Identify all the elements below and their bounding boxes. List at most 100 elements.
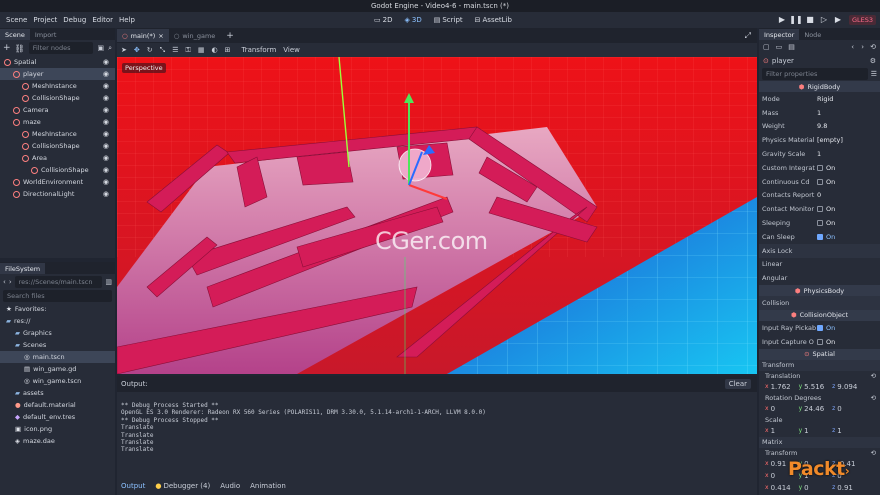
- tab-output[interactable]: Output: [121, 482, 145, 490]
- workspace-script-button[interactable]: ▤ Script: [434, 12, 463, 28]
- 3d-viewport[interactable]: Perspective CGer.com: [117, 57, 757, 374]
- property-value[interactable]: 1: [817, 150, 821, 158]
- visibility-eye-icon[interactable]: ◉: [103, 94, 109, 102]
- filter-nodes-input[interactable]: Filter nodes: [28, 42, 94, 54]
- scene-node[interactable]: maze ◉: [0, 116, 115, 128]
- file-item[interactable]: ▰ assets: [0, 387, 115, 399]
- file-item[interactable]: ★ Favorites:: [0, 303, 115, 315]
- matrix-zz-field[interactable]: 0.91: [837, 484, 861, 492]
- collision-group[interactable]: Collision: [759, 296, 880, 310]
- lock-icon[interactable]: ⚿: [186, 46, 191, 55]
- visibility-eye-icon[interactable]: ◉: [103, 154, 109, 162]
- scene-node[interactable]: Area ◉: [0, 152, 115, 164]
- file-item[interactable]: ◆ default_env.tres: [0, 411, 115, 423]
- snap-icon[interactable]: ⊞: [225, 46, 231, 54]
- transform-group[interactable]: Transform: [759, 359, 880, 371]
- workspace-3d-button[interactable]: ◈ 3D: [404, 12, 421, 28]
- scene-node[interactable]: DirectionalLight ◉: [0, 188, 115, 200]
- clear-button[interactable]: Clear: [724, 379, 751, 389]
- menu-help[interactable]: Help: [119, 12, 135, 28]
- rotate-icon[interactable]: ↻: [147, 46, 153, 54]
- visibility-eye-icon[interactable]: ◉: [103, 178, 109, 186]
- back-icon[interactable]: ‹: [3, 278, 6, 286]
- spatial-section[interactable]: ⊙ Spatial: [759, 348, 880, 360]
- revert-icon[interactable]: ⟲: [871, 449, 876, 457]
- play-scene-icon[interactable]: ▷: [817, 12, 831, 28]
- scene-node[interactable]: MeshInstance ◉: [0, 80, 115, 92]
- object-menu-icon[interactable]: ⚙: [870, 57, 876, 65]
- scene-node[interactable]: CollisionShape ◉: [0, 140, 115, 152]
- tab-filesystem[interactable]: FileSystem: [0, 263, 46, 274]
- perspective-menu[interactable]: Perspective: [122, 63, 166, 73]
- collisionobject-section[interactable]: ⬢ CollisionObject: [759, 309, 880, 321]
- input-capture-checkbox[interactable]: On: [817, 338, 835, 346]
- scene-node[interactable]: CollisionShape ◉: [0, 164, 115, 176]
- close-icon[interactable]: ×: [158, 31, 163, 41]
- menu-scene[interactable]: Scene: [6, 12, 27, 28]
- file-item[interactable]: ◎ main.tscn: [0, 351, 115, 363]
- tab-inspector[interactable]: Inspector: [759, 29, 800, 40]
- file-item[interactable]: ● default.material: [0, 399, 115, 411]
- property-value[interactable]: On: [817, 205, 835, 213]
- visibility-eye-icon[interactable]: ◉: [103, 190, 109, 198]
- scale-y-field[interactable]: 1: [804, 427, 830, 435]
- revert-icon[interactable]: ⟲: [871, 394, 876, 402]
- menu-editor[interactable]: Editor: [92, 12, 113, 28]
- pause-icon[interactable]: ❚❚: [789, 12, 803, 28]
- list-icon[interactable]: ☰: [172, 46, 178, 54]
- scene-node[interactable]: CollisionShape ◉: [0, 92, 115, 104]
- tab-win-game[interactable]: ○ win_game: [169, 29, 221, 42]
- add-tab-icon[interactable]: +: [226, 31, 234, 41]
- visibility-eye-icon[interactable]: ◉: [103, 166, 109, 174]
- angular-group[interactable]: Angular: [759, 271, 880, 285]
- property-value[interactable]: On: [817, 178, 835, 186]
- path-input[interactable]: res://Scenes/main.tscn: [14, 275, 103, 288]
- play-icon[interactable]: ▶: [775, 12, 789, 28]
- physicsbody-section[interactable]: ⬢ PhysicsBody: [759, 285, 880, 297]
- scale-z-field[interactable]: 1: [837, 427, 861, 435]
- property-value[interactable]: Rigid: [817, 95, 833, 103]
- visibility-eye-icon[interactable]: ◉: [103, 142, 109, 150]
- scale-icon[interactable]: ⤡: [160, 46, 166, 55]
- scene-node[interactable]: MeshInstance ◉: [0, 128, 115, 140]
- tab-import[interactable]: Import: [30, 29, 62, 40]
- scale-x-field[interactable]: 1: [771, 427, 797, 435]
- visibility-eye-icon[interactable]: ◉: [103, 82, 109, 90]
- search-files-input[interactable]: Search files: [3, 290, 112, 302]
- matrix-zx-field[interactable]: 0.414: [771, 484, 797, 492]
- tab-node[interactable]: Node: [799, 29, 826, 40]
- local-space-icon[interactable]: ◐: [211, 46, 217, 54]
- property-value[interactable]: 9.8: [817, 122, 827, 130]
- attach-script-icon[interactable]: ▣: [97, 44, 104, 52]
- scene-node[interactable]: Spatial ◉: [0, 56, 115, 68]
- history-back-icon[interactable]: ‹: [851, 43, 854, 51]
- axis-lock-group[interactable]: Axis Lock: [759, 243, 880, 258]
- translation-y-field[interactable]: 5.516: [804, 383, 830, 391]
- property-value[interactable]: 0: [817, 191, 821, 199]
- linear-group[interactable]: Linear: [759, 258, 880, 272]
- workspace-assetlib-button[interactable]: ⊟ AssetLib: [475, 12, 512, 28]
- filter-properties-input[interactable]: Filter properties: [762, 68, 868, 80]
- translation-z-field[interactable]: 9.094: [837, 383, 861, 391]
- move-icon[interactable]: ✥: [134, 46, 140, 54]
- link-icon[interactable]: ⛓: [15, 44, 25, 53]
- file-item[interactable]: ▰ Graphics: [0, 327, 115, 339]
- save-resource-icon[interactable]: ▤: [788, 43, 795, 51]
- play-custom-icon[interactable]: ▶: [831, 12, 845, 28]
- forward-icon[interactable]: ›: [9, 278, 12, 286]
- workspace-2d-button[interactable]: ▭ 2D: [374, 12, 392, 28]
- stop-icon[interactable]: ■: [803, 12, 817, 28]
- inspector-options-icon[interactable]: ☰: [871, 70, 877, 78]
- visibility-eye-icon[interactable]: ◉: [103, 70, 109, 78]
- file-item[interactable]: ◎ win_game.tscn: [0, 375, 115, 387]
- property-value[interactable]: On: [817, 219, 835, 227]
- tab-animation[interactable]: Animation: [250, 482, 286, 490]
- distraction-free-icon[interactable]: ⤢: [745, 31, 751, 41]
- visibility-eye-icon[interactable]: ◉: [103, 106, 109, 114]
- property-value[interactable]: [empty]: [817, 136, 843, 144]
- open-resource-icon[interactable]: ▭: [776, 43, 783, 51]
- matrix-zy-field[interactable]: 0: [804, 484, 830, 492]
- property-value[interactable]: On: [817, 164, 835, 172]
- property-value[interactable]: 1: [817, 109, 821, 117]
- menu-debug[interactable]: Debug: [63, 12, 86, 28]
